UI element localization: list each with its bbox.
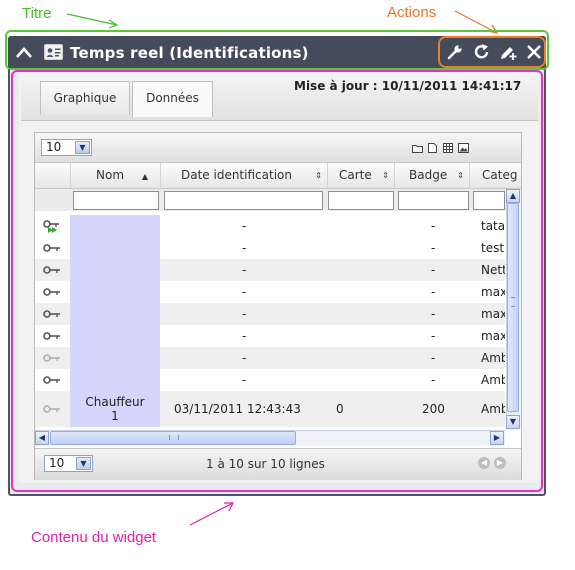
contenu-arrow [189,502,234,526]
actions-highlight [438,36,546,68]
titre-arrow [66,13,119,29]
contenu-highlight [11,70,543,492]
